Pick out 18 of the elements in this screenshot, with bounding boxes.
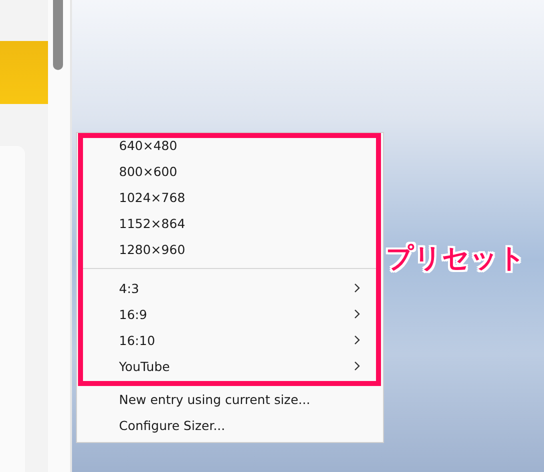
- menu-item[interactable]: 1024×768: [83, 184, 376, 210]
- chevron-right-icon: [354, 283, 360, 293]
- header-bar: [0, 41, 48, 104]
- menu-item[interactable]: New entry using current size...: [77, 386, 383, 412]
- chevron-right-icon: [354, 335, 360, 345]
- annotation-label: プリセット: [386, 242, 526, 276]
- menu-item[interactable]: 1152×864: [83, 210, 376, 236]
- scrollbar-thumb[interactable]: [53, 0, 63, 70]
- menu-item[interactable]: 640×480: [83, 138, 376, 158]
- chevron-right-icon: [354, 361, 360, 371]
- menu-item[interactable]: 800×600: [83, 158, 376, 184]
- chevron-right-icon: [354, 309, 360, 319]
- menu-item[interactable]: 1280×960: [83, 236, 376, 262]
- submenu-item[interactable]: 16:10: [83, 327, 376, 353]
- menu-item[interactable]: Configure Sizer...: [77, 412, 383, 438]
- submenu-item[interactable]: 4:3: [83, 275, 376, 301]
- submenu-item[interactable]: YouTube: [83, 353, 376, 379]
- submenu-item[interactable]: 16:9: [83, 301, 376, 327]
